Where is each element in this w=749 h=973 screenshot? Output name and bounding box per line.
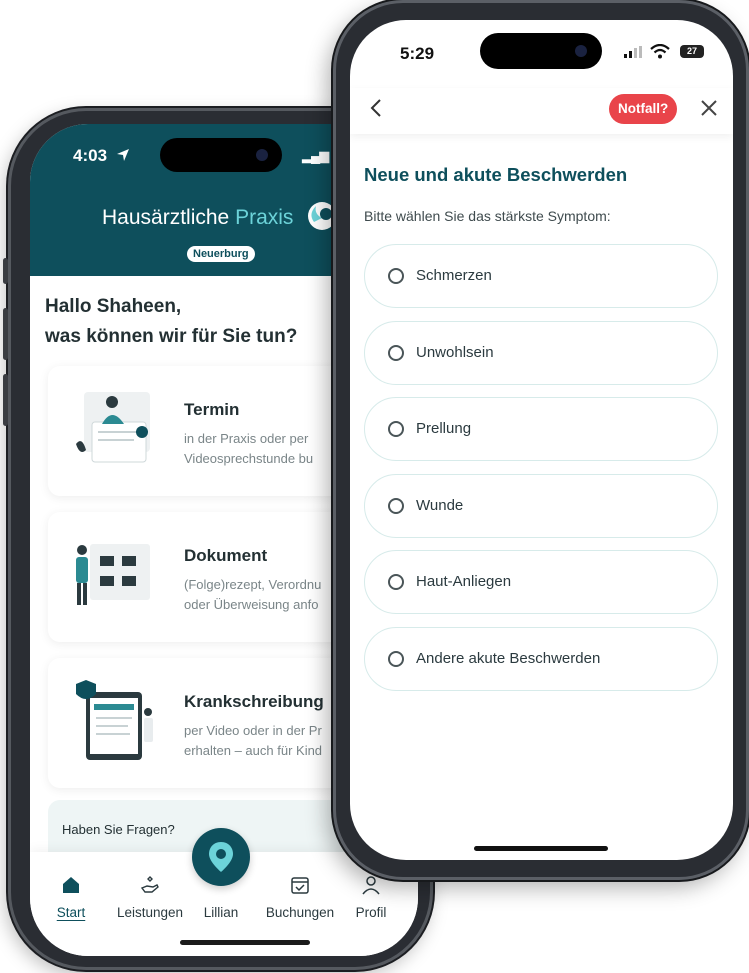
service-desc-line: erhalten – auch für Kind xyxy=(184,743,323,758)
radio-button[interactable] xyxy=(388,268,404,284)
close-icon[interactable] xyxy=(698,97,720,119)
home-icon xyxy=(63,877,79,893)
volume-up-button xyxy=(3,308,8,360)
brand-primary: Hausärztliche xyxy=(102,206,230,229)
signal-icon: ▂▄▆ xyxy=(302,148,329,163)
symptom-option-wound[interactable]: Wunde xyxy=(364,474,718,538)
tab-services[interactable]: Leistungen xyxy=(108,874,192,922)
tab-label: Start xyxy=(56,905,86,920)
lillian-fab-button[interactable] xyxy=(192,828,250,886)
symptom-option-bruise[interactable]: Prellung xyxy=(364,397,718,461)
symptom-option-skin[interactable]: Haut-Anliegen xyxy=(364,550,718,614)
brand-secondary: Praxis xyxy=(235,206,294,229)
service-desc-line: in der Praxis oder per xyxy=(184,431,309,446)
help-text: Haben Sie Fragen? xyxy=(62,822,175,837)
location-pin-icon xyxy=(209,842,233,872)
emergency-button[interactable]: Notfall? xyxy=(609,94,678,124)
option-label: Andere akute Beschwerden xyxy=(416,650,601,667)
service-title: Termin xyxy=(184,400,240,419)
tab-label: Leistungen xyxy=(116,905,184,920)
radio-button[interactable] xyxy=(388,421,404,437)
status-time: 5:29 xyxy=(400,44,435,63)
person-icon xyxy=(362,876,380,895)
home-indicator xyxy=(474,846,608,851)
symptom-option-pain[interactable]: Schmerzen xyxy=(364,244,718,308)
chevron-left-icon[interactable] xyxy=(364,94,388,122)
practice-brand: Hausärztliche Praxis xyxy=(102,206,293,230)
greeting: Hallo Shaheen, was können wir für Sie tu… xyxy=(45,292,297,352)
service-description: in der Praxis oder per Videosprechstunde… xyxy=(184,429,313,469)
tab-label: Profil xyxy=(355,905,387,920)
location-arrow-icon xyxy=(117,149,129,161)
tab-label: Lillian xyxy=(203,905,239,920)
service-title: Dokument xyxy=(184,546,268,565)
radio-button[interactable] xyxy=(388,498,404,514)
service-desc-line: Videosprechstunde bu xyxy=(184,451,314,466)
option-label: Schmerzen xyxy=(416,267,492,284)
status-time: 4:03 xyxy=(73,146,108,165)
hand-heart-icon xyxy=(140,876,159,893)
service-desc-line: (Folge)rezept, Verordnu xyxy=(184,577,322,592)
front-phone-screen: 5:29 27 Notfall? Neue und akute Beschwer… xyxy=(350,20,733,860)
status-icons: 27 xyxy=(624,42,714,62)
dynamic-island xyxy=(480,33,602,69)
radio-button[interactable] xyxy=(388,651,404,667)
page-subtitle: Bitte wählen Sie das stärkste Symptom: xyxy=(364,208,611,224)
option-label: Prellung xyxy=(416,420,472,437)
mute-switch xyxy=(3,258,8,284)
home-indicator xyxy=(180,940,310,945)
document-illustration-icon xyxy=(76,544,150,605)
service-title: Krankschreibung xyxy=(184,692,324,711)
tab-bookings[interactable]: Buchungen xyxy=(258,874,342,922)
service-card-document[interactable]: Dokument (Folge)rezept, Verordnu oder Üb… xyxy=(48,512,378,642)
radio-button[interactable] xyxy=(388,345,404,361)
signal-icon xyxy=(624,46,642,58)
sick-note-illustration-icon xyxy=(76,680,153,760)
radio-button[interactable] xyxy=(388,574,404,590)
service-card-sick-note[interactable]: Krankschreibung per Video oder in der Pr… xyxy=(48,658,378,788)
location-badge[interactable]: Neuerburg xyxy=(187,246,255,262)
volume-down-button xyxy=(3,374,8,426)
wifi-icon xyxy=(650,44,670,59)
greeting-line-1: Hallo Shaheen, xyxy=(45,296,182,317)
tab-profile[interactable]: Profil xyxy=(338,874,404,922)
service-description: per Video oder in der Pr erhalten – auch… xyxy=(184,721,322,761)
option-label: Haut-Anliegen xyxy=(416,573,512,590)
symptom-option-malaise[interactable]: Unwohlsein xyxy=(364,321,718,385)
battery-icon: 27 xyxy=(680,45,704,58)
top-navigation: Notfall? xyxy=(350,88,733,134)
service-desc-line: per Video oder in der Pr xyxy=(184,723,322,738)
symptom-option-other[interactable]: Andere akute Beschwerden xyxy=(364,627,718,691)
service-desc-line: oder Überweisung anfo xyxy=(184,597,319,612)
tab-label: Buchungen xyxy=(265,905,335,920)
dynamic-island xyxy=(160,138,282,172)
calendar-check-icon xyxy=(291,877,309,894)
service-description: (Folge)rezept, Verordnu oder Überweisung… xyxy=(184,575,321,615)
option-label: Unwohlsein xyxy=(416,344,494,361)
page-title: Neue und akute Beschwerden xyxy=(364,164,628,185)
option-label: Wunde xyxy=(416,497,464,514)
tab-start[interactable]: Start xyxy=(36,874,106,922)
appointment-illustration-icon xyxy=(76,392,150,463)
greeting-line-2: was können wir für Sie tun? xyxy=(45,326,298,347)
service-card-appointment[interactable]: Termin in der Praxis oder per Videosprec… xyxy=(48,366,378,496)
